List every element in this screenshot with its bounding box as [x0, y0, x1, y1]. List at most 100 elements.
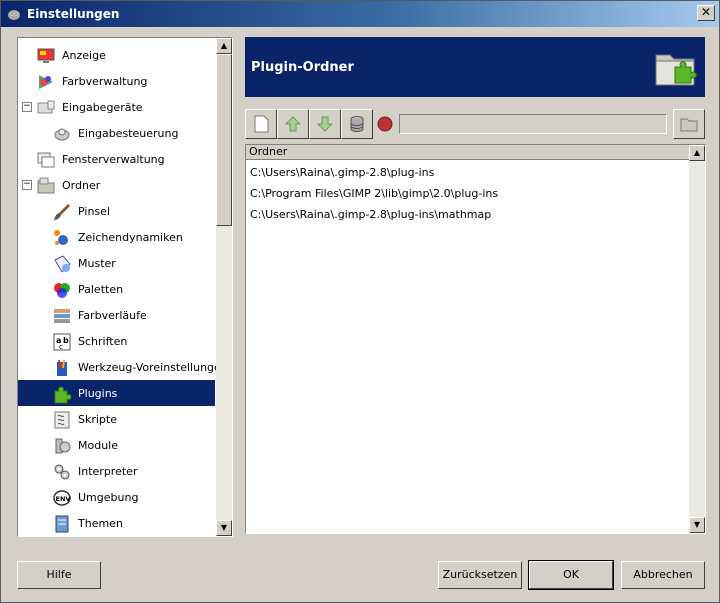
browse-folder-button[interactable]	[673, 109, 705, 139]
folders-icon	[37, 177, 55, 194]
scroll-up-button[interactable]: ▲	[689, 145, 705, 161]
sidebar-item-label: Themen	[78, 517, 123, 530]
sidebar-item[interactable]: − Ordner	[18, 172, 215, 198]
sidebar-item-label: Module	[78, 439, 118, 452]
folder-row[interactable]: C:\Program Files\GIMP 2\lib\gimp\2.0\plu…	[250, 184, 498, 204]
sidebar-item[interactable]: Paletten	[18, 276, 215, 302]
svg-text:b: b	[63, 336, 69, 345]
sidebar-item-label: Paletten	[78, 283, 124, 296]
svg-text:ENV: ENV	[56, 495, 71, 503]
ok-button-label: OK	[563, 568, 579, 581]
plugin-folder-icon	[655, 54, 697, 86]
cancel-button-label: Abbrechen	[633, 568, 693, 581]
preferences-dialog: Einstellungen ✕ Themen ENV Umgebung Interpr…	[0, 0, 720, 603]
folder-row[interactable]: C:\Users\Raina\.gimp-2.8\plug-ins\mathma…	[250, 205, 491, 225]
arrow-down-icon	[316, 116, 334, 132]
reset-button[interactable]: Zurücksetzen	[438, 561, 522, 589]
sidebar-item[interactable]: Skripte	[18, 406, 215, 432]
category-tree[interactable]: Themen ENV Umgebung Interpreter Module Skript…	[17, 37, 233, 537]
sidebar-item[interactable]: Werkzeug-Voreinstellungen	[18, 354, 228, 380]
help-button-label: Hilfe	[46, 568, 72, 581]
sidebar-item[interactable]: Anzeige	[18, 42, 215, 68]
tool-presets-icon	[57, 359, 67, 376]
folder-list[interactable]: Ordner ▲ ▼ C:\Users\Raina\.gimp-2.8\plug…	[245, 144, 706, 534]
sidebar-item-label: Anzeige	[62, 49, 106, 62]
input-controllers-icon	[54, 128, 70, 141]
list-scrollbar[interactable]: ▲ ▼	[689, 145, 705, 533]
sidebar-item[interactable]: Muster	[18, 250, 215, 276]
sidebar-item-label: Eingabegeräte	[62, 101, 143, 114]
sidebar-item-label: Interpreter	[78, 465, 138, 478]
collapse-toggle[interactable]: −	[22, 102, 32, 112]
window-title: Einstellungen	[27, 7, 120, 21]
page-title: Plugin-Ordner	[251, 60, 354, 75]
sidebar-item-label: Zeichendynamiken	[78, 231, 183, 244]
environment-icon: ENV	[53, 490, 71, 506]
collapse-toggle[interactable]: −	[22, 180, 32, 190]
scroll-up-button[interactable]: ▲	[216, 38, 232, 54]
sidebar-item[interactable]: Pinsel	[18, 198, 215, 224]
gradient-icon	[54, 309, 70, 323]
sidebar-item[interactable]: ENV Umgebung	[18, 484, 215, 510]
brush-icon	[54, 204, 70, 220]
column-header-folder[interactable]: Ordner	[246, 145, 691, 160]
scroll-down-button[interactable]: ▼	[216, 520, 232, 536]
database-icon	[350, 116, 364, 132]
sidebar-item-label: Schriften	[78, 335, 128, 348]
sidebar-item-label: Fensterverwaltung	[62, 153, 165, 166]
new-document-icon	[254, 115, 269, 133]
sidebar-item[interactable]: Interpreter	[18, 458, 215, 484]
ok-button[interactable]: OK	[528, 560, 614, 590]
palette-icon	[54, 283, 70, 298]
sidebar-item-label: Skripte	[78, 413, 117, 426]
theme-icon	[55, 515, 69, 533]
sidebar-item-label: Farbverwaltung	[62, 75, 148, 88]
close-icon: ✕	[700, 5, 712, 19]
new-folder-button[interactable]	[245, 109, 277, 139]
move-down-button[interactable]	[309, 109, 341, 139]
font-icon: a bc	[53, 333, 71, 351]
sidebar-item[interactable]: Farbverwaltung	[18, 68, 215, 94]
scroll-down-button[interactable]: ▼	[689, 517, 705, 533]
folder-path-input[interactable]	[399, 114, 667, 134]
window-management-icon	[37, 152, 55, 168]
sidebar-item[interactable]: Module	[18, 432, 215, 458]
folder-icon	[680, 118, 698, 132]
delete-folder-button[interactable]	[341, 109, 373, 139]
sidebar-item[interactable]: Farbverläufe	[18, 302, 215, 328]
interpreter-icon	[54, 464, 70, 480]
sidebar-item-label: Werkzeug-Voreinstellungen	[78, 361, 228, 374]
color-management-icon	[39, 75, 53, 89]
sidebar-item[interactable]: − Eingabegeräte	[18, 94, 215, 120]
folder-row[interactable]: C:\Users\Raina\.gimp-2.8\plug-ins	[250, 163, 434, 183]
sidebar-item-label: Pinsel	[78, 205, 110, 218]
sidebar-item[interactable]: Fensterverwaltung	[18, 146, 215, 172]
sidebar-item[interactable]: Zeichendynamiken	[18, 224, 215, 250]
sidebar-item-label: Umgebung	[78, 491, 139, 504]
reset-button-label: Zurücksetzen	[442, 568, 518, 581]
input-devices-icon	[37, 100, 55, 114]
svg-text:c: c	[59, 343, 63, 351]
help-button[interactable]: Hilfe	[17, 561, 101, 589]
sidebar-item[interactable]: Themen	[18, 510, 215, 536]
sidebar-item[interactable]: Eingabesteuerung	[18, 120, 215, 146]
scroll-thumb[interactable]	[216, 54, 232, 226]
folder-toolbar	[245, 109, 705, 139]
gimp-icon	[8, 10, 20, 20]
title-bar: Einstellungen ✕	[1, 1, 719, 27]
close-button[interactable]: ✕	[697, 5, 715, 21]
record-icon	[377, 116, 393, 132]
sidebar-item-label: Eingabesteuerung	[78, 127, 179, 140]
cancel-button[interactable]: Abbrechen	[621, 561, 705, 589]
tree-scrollbar[interactable]: ▲ ▼	[216, 38, 232, 536]
monitor-icon	[37, 48, 55, 63]
arrow-up-icon	[284, 116, 302, 132]
page-header: Plugin-Ordner	[245, 37, 705, 97]
sidebar-item-label: Ordner	[62, 179, 101, 192]
module-icon	[55, 438, 71, 454]
sidebar-item[interactable]: Plugins	[18, 380, 215, 406]
sidebar-item-label: Muster	[78, 257, 116, 270]
sidebar-item[interactable]: a b c Schriften	[18, 328, 215, 354]
script-icon	[54, 411, 70, 429]
move-up-button[interactable]	[277, 109, 309, 139]
